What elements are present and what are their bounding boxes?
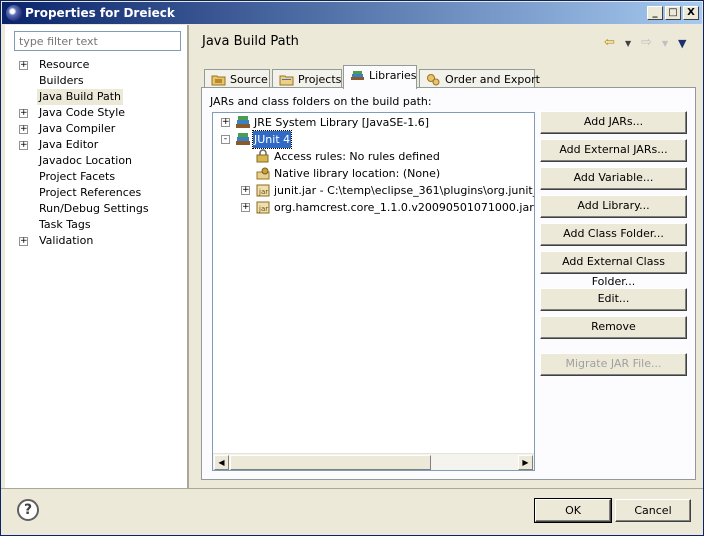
tree-item-label: Java Code Style (39, 106, 126, 119)
library-icon (235, 115, 251, 129)
ok-button[interactable]: OK (534, 498, 612, 523)
library-entry-label: JUnit 4 (251, 130, 293, 149)
remove-button[interactable]: Remove (540, 316, 687, 339)
back-arrow-icon[interactable]: ⇦ (604, 35, 615, 50)
expand-icon[interactable]: + (19, 61, 28, 70)
jar-icon: jar (255, 200, 271, 214)
close-button[interactable]: X (683, 6, 699, 20)
add-class-folder-button[interactable]: Add Class Folder... (540, 223, 687, 246)
tab-order-and-export-label: Order and Export (445, 73, 540, 86)
scroll-left-icon[interactable]: ◀ (214, 455, 229, 470)
help-icon[interactable]: ? (17, 499, 39, 521)
collapse-icon[interactable]: - (221, 135, 230, 144)
expand-icon[interactable]: + (241, 186, 250, 195)
expand-icon[interactable]: + (19, 109, 28, 118)
expand-icon[interactable]: + (221, 118, 230, 127)
forward-arrow-icon: ⇨ (641, 35, 652, 50)
tab-order-and-export[interactable]: Order and Export (419, 69, 540, 89)
eclipse-icon (6, 5, 22, 21)
tree-item-label: Java Editor (39, 138, 99, 151)
scroll-thumb[interactable] (230, 455, 431, 470)
source-folder-icon (211, 75, 226, 86)
tab-projects-label: Projects (298, 73, 342, 86)
tree-item-label: Javadoc Location (39, 154, 133, 167)
cancel-button[interactable]: Cancel (615, 499, 691, 522)
library-icon (235, 132, 251, 146)
library-entry-label: Access rules: No rules defined (274, 150, 440, 163)
maximize-button[interactable]: □ (665, 6, 681, 20)
add-jars-button[interactable]: Add JARs... (540, 111, 687, 134)
add-library-button[interactable]: Add Library... (540, 195, 687, 218)
properties-dialog: Properties for Dreieck _ □ X + Resource Bu… (0, 0, 704, 536)
add-variable-button[interactable]: Add Variable... (540, 167, 687, 190)
view-menu-icon[interactable]: ▼ (678, 37, 686, 50)
library-entry-label: Native library location: (None) (274, 167, 441, 180)
add-external-jars-button[interactable]: Add External JARs... (540, 139, 687, 162)
tree-item-label: Task Tags (39, 218, 91, 231)
horizontal-scrollbar[interactable]: ◀ ▶ (213, 453, 534, 470)
add-external-class-folder-button[interactable]: Add External Class Folder... (540, 251, 687, 288)
libraries-tree[interactable]: + jar org.hamcrest.core_1.1.0.v20090501071… (212, 112, 535, 471)
pane-divider[interactable] (188, 25, 189, 488)
svg-text:jar: jar (258, 188, 268, 196)
tree-item-label: Java Build Path (37, 89, 124, 105)
tab-libraries[interactable]: Libraries (343, 65, 417, 89)
tab-projects[interactable]: Projects (272, 69, 342, 89)
expand-icon[interactable]: + (19, 141, 28, 150)
scroll-right-icon[interactable]: ▶ (518, 455, 533, 470)
libraries-icon (351, 71, 364, 80)
forward-menu-icon: ▼ (662, 39, 669, 48)
migrate-jar-button: Migrate JAR File... (540, 353, 687, 376)
edit-button[interactable]: Edit... (540, 288, 687, 311)
jar-icon: jar (255, 183, 271, 197)
library-entry-label: junit.jar - C:\temp\eclipse_361\plugins\… (274, 184, 534, 197)
library-entry-label: JRE System Library [JavaSE-1.6] (254, 116, 430, 129)
left-pane: + Resource Builders Java Build Path + Java Co… (5, 25, 188, 488)
order-export-icon (427, 74, 440, 86)
page-title: Java Build Path (202, 34, 299, 49)
window-title: Properties for Dreieck (25, 6, 175, 20)
tab-source-label: Source (230, 73, 268, 86)
expand-icon[interactable]: + (19, 125, 28, 134)
tree-item-label: Builders (39, 74, 84, 87)
libraries-panel: JARs and class folders on the build path… (201, 87, 696, 480)
tree-item-label: Project References (39, 186, 142, 199)
tree-item-label: Project Facets (39, 170, 116, 183)
tab-libraries-label: Libraries (369, 69, 417, 82)
svg-text:jar: jar (258, 205, 268, 213)
back-menu-icon[interactable]: ▼ (625, 39, 631, 48)
tree-item-label: Java Compiler (39, 122, 116, 135)
tab-source[interactable]: Source (204, 69, 270, 89)
title-bar[interactable]: Properties for Dreieck _ □ X (2, 2, 702, 24)
access-rules-icon (255, 149, 271, 163)
expand-icon[interactable]: + (241, 203, 250, 212)
expand-icon[interactable]: + (19, 237, 28, 246)
dialog-footer: ? OK Cancel (1, 488, 703, 535)
tree-item-label: Resource (39, 58, 90, 71)
libraries-caption: JARs and class folders on the build path… (210, 95, 432, 108)
library-entry-label: org.hamcrest.core_1.1.0.v20090501071000.… (274, 201, 534, 214)
native-library-icon (255, 166, 271, 180)
tree-item-label: Run/Debug Settings (39, 202, 149, 215)
tree-item-label: Validation (39, 234, 94, 247)
filter-input[interactable] (14, 31, 181, 51)
minimize-button[interactable]: _ (647, 6, 663, 20)
project-icon (279, 75, 294, 86)
